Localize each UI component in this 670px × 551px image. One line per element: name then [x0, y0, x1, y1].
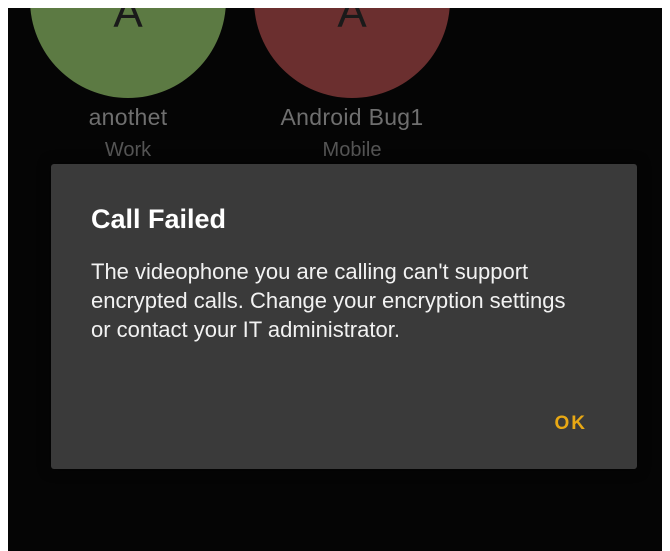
contact-name: Android Bug1	[280, 104, 424, 130]
dialog-title: Call Failed	[91, 204, 227, 234]
contact-avatar: A	[254, 8, 450, 98]
contact-avatar: A	[30, 8, 226, 98]
dialog-message: The videophone you are calling can't sup…	[91, 259, 566, 342]
app-screen: A anothet Work A Android Bug1 Mobile Cal…	[8, 8, 662, 551]
call-failed-dialog: Call Failed The videophone you are calli…	[51, 164, 637, 469]
avatar-initial: A	[113, 8, 143, 37]
avatar-initial: A	[337, 8, 367, 37]
ok-button[interactable]: OK	[549, 409, 594, 439]
contact-name: anothet	[88, 104, 168, 130]
contact-type: Work	[104, 139, 152, 161]
contact-type: Mobile	[322, 139, 382, 161]
